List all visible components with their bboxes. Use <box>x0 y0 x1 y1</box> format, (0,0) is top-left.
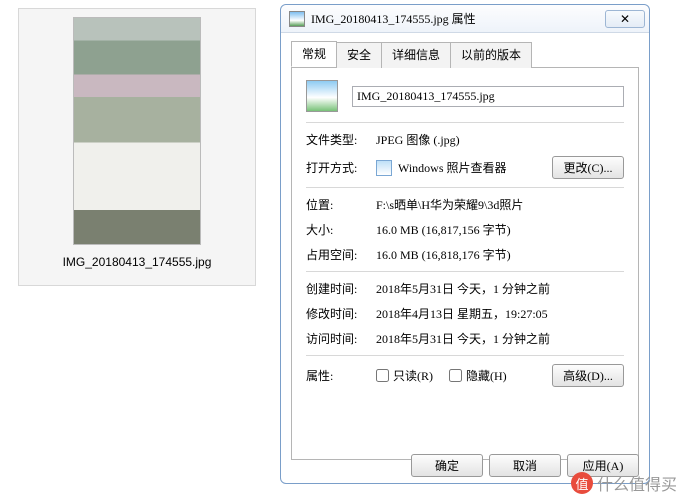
tab-general[interactable]: 常规 <box>291 41 337 67</box>
openwith-label: 打开方式: <box>306 159 376 176</box>
disksize-value: 16.0 MB (16,818,176 字节) <box>376 246 624 263</box>
tab-details[interactable]: 详细信息 <box>381 42 451 68</box>
separator <box>306 187 624 188</box>
titlebar[interactable]: IMG_20180413_174555.jpg 属性 ✕ <box>281 5 649 33</box>
close-button[interactable]: ✕ <box>605 10 645 28</box>
filename-input[interactable] <box>352 86 624 107</box>
close-icon: ✕ <box>620 12 630 26</box>
change-button[interactable]: 更改(C)... <box>552 156 624 179</box>
separator <box>306 355 624 356</box>
hidden-input[interactable] <box>449 369 462 382</box>
created-value: 2018年5月31日 今天，1 分钟之前 <box>376 280 624 297</box>
window-title: IMG_20180413_174555.jpg 属性 <box>311 10 605 27</box>
location-value: F:\s晒单\H华为荣耀9\3d照片 <box>376 196 624 213</box>
general-pane: 文件类型: JPEG 图像 (.jpg) 打开方式: Windows 照片查看器… <box>291 68 639 460</box>
hidden-label: 隐藏(H) <box>466 367 507 384</box>
watermark-text: 什么值得买 <box>597 471 677 495</box>
large-file-icon <box>306 80 338 112</box>
thumbnail-panel: IMG_20180413_174555.jpg <box>18 8 256 286</box>
photo-viewer-icon <box>376 160 392 176</box>
thumbnail-image[interactable] <box>73 17 201 245</box>
hidden-checkbox[interactable]: 隐藏(H) <box>449 367 507 384</box>
filetype-value: JPEG 图像 (.jpg) <box>376 131 624 148</box>
properties-dialog: IMG_20180413_174555.jpg 属性 ✕ 常规 安全 详细信息 … <box>280 4 650 484</box>
watermark-badge: 值 <box>571 472 593 494</box>
size-label: 大小: <box>306 221 376 238</box>
tab-strip: 常规 安全 详细信息 以前的版本 <box>291 41 639 68</box>
accessed-value: 2018年5月31日 今天，1 分钟之前 <box>376 330 624 347</box>
readonly-checkbox[interactable]: 只读(R) <box>376 367 433 384</box>
location-label: 位置: <box>306 196 376 213</box>
watermark: 值 什么值得买 <box>571 471 677 495</box>
modified-label: 修改时间: <box>306 305 376 322</box>
separator <box>306 122 624 123</box>
attributes-label: 属性: <box>306 367 376 384</box>
thumbnail-filename[interactable]: IMG_20180413_174555.jpg <box>63 255 212 269</box>
file-type-icon <box>289 11 305 27</box>
tab-security[interactable]: 安全 <box>336 42 382 68</box>
created-label: 创建时间: <box>306 280 376 297</box>
readonly-input[interactable] <box>376 369 389 382</box>
accessed-label: 访问时间: <box>306 330 376 347</box>
modified-value: 2018年4月13日 星期五，19:27:05 <box>376 305 624 322</box>
advanced-button[interactable]: 高级(D)... <box>552 364 624 387</box>
ok-button[interactable]: 确定 <box>411 454 483 477</box>
size-value: 16.0 MB (16,817,156 字节) <box>376 221 624 238</box>
readonly-label: 只读(R) <box>393 367 433 384</box>
tab-previous-versions[interactable]: 以前的版本 <box>450 42 532 68</box>
openwith-app: Windows 照片查看器 <box>398 159 552 176</box>
disksize-label: 占用空间: <box>306 246 376 263</box>
separator <box>306 271 624 272</box>
filetype-label: 文件类型: <box>306 131 376 148</box>
cancel-button[interactable]: 取消 <box>489 454 561 477</box>
